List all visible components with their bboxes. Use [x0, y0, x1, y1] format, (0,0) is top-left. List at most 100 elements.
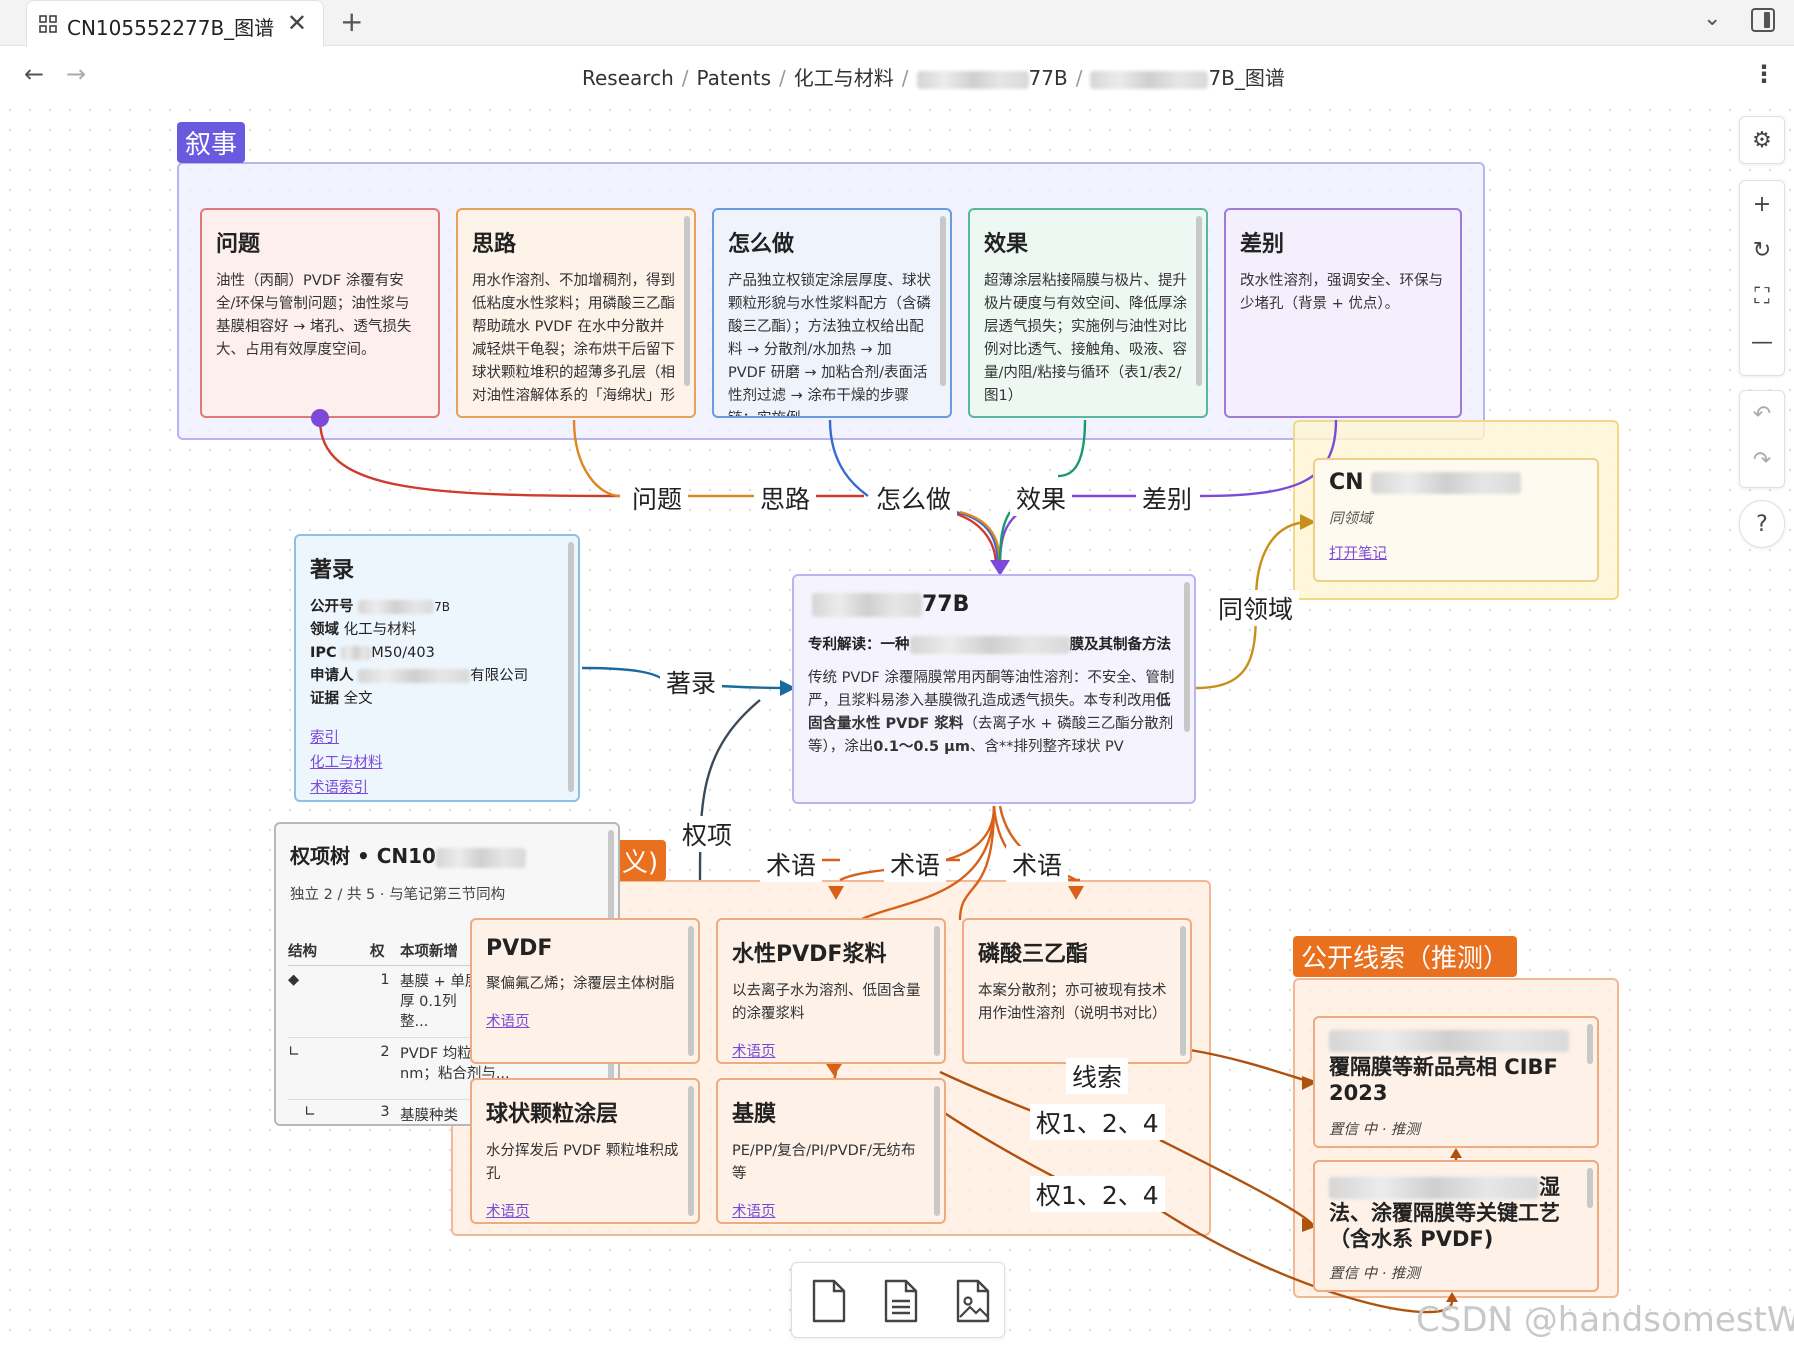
header-structure: 结构 [288, 944, 317, 960]
row-text: 基膜 + 单层厚 0.1列整... [400, 974, 480, 1030]
help-icon[interactable]: ? [1740, 501, 1784, 547]
field-label: 公开号 [310, 599, 354, 615]
card-clue-cibf[interactable]: 覆隔膜等新品亮相 CIBF 2023 置信 中 · 推测 [1313, 1016, 1599, 1148]
card-problem[interactable]: 问题 油性（丙酮）PVDF 涂覆有安全/环保与管制问题；油性浆与基膜相容好 → … [200, 208, 440, 418]
scrollbar[interactable] [1196, 216, 1202, 386]
scrollbar[interactable] [688, 926, 694, 1056]
field-evidence: 证据 全文 [310, 688, 578, 711]
edge-label-claims[interactable]: 权项 [676, 816, 739, 852]
card-main-patent[interactable]: 77B 专利解读：一种 膜及其制备方法 传统 PVDF 涂覆隔膜常用丙酮等油性溶剂… [792, 574, 1196, 804]
term-page-link[interactable]: 术语页 [486, 1014, 530, 1030]
close-tab-icon[interactable]: ✕ [287, 9, 307, 37]
main-body-d: 0.1～0.5 μm [873, 739, 970, 755]
edge-label-claim-ref-2[interactable]: 权1、2、4 [1030, 1176, 1165, 1212]
field-ipc: IPC M50/403 [310, 642, 578, 665]
field-label: 申请人 [310, 668, 354, 684]
card-title: 差别 [1240, 232, 1285, 257]
bottom-toolbar [791, 1262, 1005, 1338]
back-arrow-icon[interactable]: ← [24, 60, 44, 88]
card-title: CN [1329, 470, 1597, 495]
card-diff[interactable]: 差别 改水性溶剂，强调安全、环保与少堵孔（背景 + 优点）。 [1224, 208, 1462, 418]
edge-label-same-field[interactable]: 同领域 [1212, 590, 1300, 626]
card-catalog[interactable]: 著录 公开号 7B 领域 化工与材料 IPC M50/403 申请人 有限公司 … [294, 534, 580, 802]
terms-group-label[interactable]: 义) [614, 840, 667, 881]
redacted-text [358, 669, 471, 683]
breadcrumb-item-research[interactable]: Research [582, 66, 674, 90]
reset-icon[interactable]: ↻ [1740, 227, 1784, 273]
card-body: 超薄涂层粘接隔膜与极片、提升极片硬度与有效空间、降低厚涂层透气损失；实施例与油性… [984, 273, 1187, 404]
forward-arrow-icon[interactable]: → [66, 60, 86, 88]
card-clue-process[interactable]: 湿法、涂覆隔膜等关键工艺（含水系 PVDF) 置信 中 · 推测 [1313, 1160, 1599, 1292]
link-domain[interactable]: 化工与材料 [310, 755, 383, 771]
open-note-link[interactable]: 打开笔记 [1329, 546, 1387, 562]
edge-label-problem[interactable]: 问题 [626, 480, 689, 516]
field-applicant: 申请人 有限公司 [310, 665, 578, 688]
scrollbar[interactable] [1180, 926, 1186, 1056]
card-title: 问题 [216, 232, 261, 257]
clues-group-label[interactable]: 公开线索（推测） [1293, 936, 1518, 977]
connection-handle[interactable] [311, 409, 329, 427]
breadcrumb-item-patent[interactable]: 77B [1029, 66, 1068, 90]
term-page-link[interactable]: 术语页 [732, 1204, 776, 1220]
breadcrumb-item-field[interactable]: 化工与材料 [794, 66, 894, 90]
term-page-link[interactable]: 术语页 [486, 1204, 530, 1220]
zoom-out-icon[interactable]: — [1740, 319, 1784, 365]
new-image-icon[interactable] [950, 1277, 994, 1325]
card-howto[interactable]: 怎么做 产品独立权锁定涂层厚度、球状颗粒形貌与水性浆料配方（含磷酸三乙酯）；方法… [712, 208, 952, 418]
main-title-text: 77B [922, 592, 970, 617]
edge-label-effect[interactable]: 效果 [1010, 480, 1073, 516]
card-term-water-slurry[interactable]: 水性PVDF浆料 以去离子水为溶剂、低固含量的涂覆浆料 术语页 [716, 918, 946, 1064]
breadcrumb-item-patents[interactable]: Patents [697, 66, 772, 90]
card-term-spherical-coating[interactable]: 球状颗粒涂层 水分挥发后 PVDF 颗粒堆积成孔 术语页 [470, 1078, 700, 1224]
narrative-group-label[interactable]: 叙事 [177, 122, 246, 163]
main-subtitle: 专利解读：一种 膜及其制备方法 [808, 633, 1176, 657]
link-term-index[interactable]: 术语索引 [310, 780, 368, 796]
scrollbar[interactable] [684, 216, 690, 386]
card-title: 效果 [984, 232, 1029, 257]
scrollbar[interactable] [568, 542, 574, 792]
scrollbar[interactable] [1587, 1024, 1593, 1064]
edge-label-term-1[interactable]: 术语 [760, 846, 823, 882]
edge-label-catalog[interactable]: 著录 [660, 664, 723, 700]
row-text: 基膜种类 [400, 1108, 458, 1124]
settings-icon[interactable]: ⚙ [1740, 117, 1784, 163]
scrollbar[interactable] [940, 216, 946, 386]
edge-label-idea[interactable]: 思路 [754, 480, 817, 516]
sidebar-toggle-icon[interactable] [1751, 8, 1775, 32]
clue-meta: 置信 中 · 推测 [1329, 1122, 1420, 1138]
fit-icon[interactable]: ⛶ [1740, 273, 1784, 319]
scrollbar[interactable] [934, 926, 940, 1056]
term-page-link[interactable]: 术语页 [732, 1044, 776, 1060]
tab-list-chevron-icon[interactable]: ⌄ [1703, 6, 1721, 31]
scrollbar[interactable] [1587, 1168, 1593, 1208]
edge-label-diff[interactable]: 差别 [1136, 480, 1199, 516]
card-term-base-film[interactable]: 基膜 PE/PP/复合/PI/PVDF/无纺布等 术语页 [716, 1078, 946, 1224]
scrollbar[interactable] [1184, 582, 1190, 732]
active-tab[interactable]: CN105552277B_图谱 ✕ [26, 0, 324, 47]
card-same-field[interactable]: CN 同领域 打开笔记 [1313, 458, 1599, 582]
redacted-text [435, 847, 526, 868]
new-note-icon[interactable] [806, 1277, 850, 1325]
edge-label-howto[interactable]: 怎么做 [870, 480, 958, 516]
undo-icon[interactable]: ↶ [1740, 391, 1784, 437]
edge-label-term-2[interactable]: 术语 [884, 846, 947, 882]
new-tab-button[interactable]: + [340, 5, 363, 38]
scrollbar[interactable] [934, 1086, 940, 1216]
card-title: 磷酸三乙酯 [978, 942, 1089, 967]
row-num: 1 [380, 972, 390, 988]
edge-label-term-3[interactable]: 术语 [1006, 846, 1069, 882]
link-index[interactable]: 索引 [310, 730, 339, 746]
card-effect[interactable]: 效果 超薄涂层粘接隔膜与极片、提升极片硬度与有效空间、降低厚涂层透气损失；实施例… [968, 208, 1208, 418]
scrollbar[interactable] [688, 1086, 694, 1216]
watermark: CSDN @handsomestWei [1416, 1300, 1794, 1340]
card-term-pvdf[interactable]: PVDF 聚偏氟乙烯；涂覆层主体树脂 术语页 [470, 918, 700, 1064]
more-options-icon[interactable]: ⋮ [1752, 60, 1776, 88]
card-idea[interactable]: 思路 用水作溶剂、不加增稠剂，得到低粘度水性浆料；用磷酸三乙酯帮助疏水 PVDF… [456, 208, 696, 418]
redacted-text [812, 593, 922, 617]
redo-icon[interactable]: ↷ [1740, 437, 1784, 483]
new-file-icon[interactable] [878, 1277, 922, 1325]
zoom-in-icon[interactable]: + [1740, 181, 1784, 227]
card-term-teph[interactable]: 磷酸三乙酯 本案分散剂；亦可被现有技术用作油性溶剂（说明书对比） [962, 918, 1192, 1064]
edge-label-clue[interactable]: 线索 [1066, 1058, 1129, 1094]
edge-label-claim-ref-1[interactable]: 权1、2、4 [1030, 1104, 1165, 1140]
